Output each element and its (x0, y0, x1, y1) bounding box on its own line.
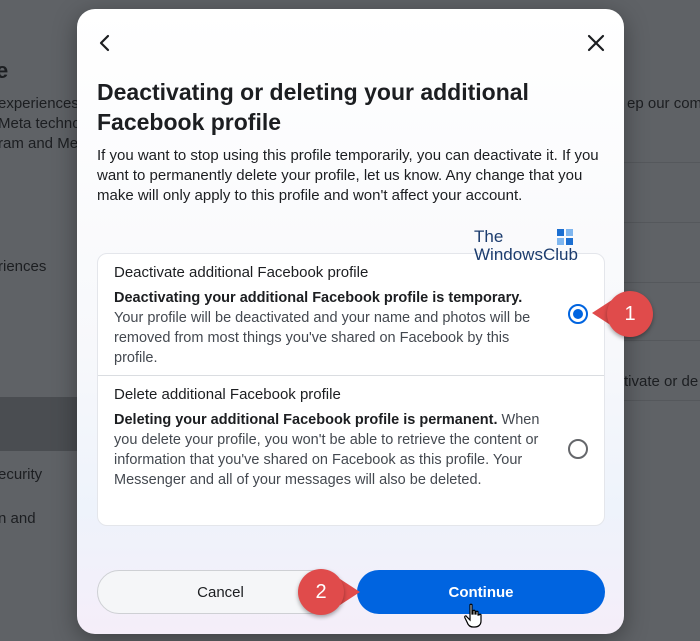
deactivate-radio[interactable] (568, 304, 588, 324)
close-button[interactable] (582, 29, 610, 57)
bg-right-text: tivate or de (624, 373, 699, 390)
annotation-marker-1: 1 (607, 291, 653, 337)
bg-nav-item: ecurity (0, 466, 43, 483)
annotation-marker-2: 2 (298, 569, 344, 615)
bg-right-text: ep our com (627, 95, 700, 112)
watermark: The WindowsClub (474, 228, 578, 264)
profile-options-list: Deactivate additional Facebook profile D… (97, 253, 605, 526)
divider (624, 340, 700, 341)
bg-line-2: Meta techno (0, 115, 81, 132)
option-label: Delete additional Facebook profile (114, 386, 341, 403)
dialog-title: Deactivating or deleting your additional… (97, 79, 529, 135)
back-button[interactable] (91, 29, 119, 57)
option-description: Deactivating your additional Facebook pr… (114, 288, 544, 368)
chevron-left-icon (99, 34, 110, 52)
watermark-line-2: WindowsClub (474, 245, 578, 264)
divider (624, 222, 700, 223)
divider (624, 282, 700, 283)
dialog-description: If you want to stop using this profile t… (97, 147, 599, 204)
deactivate-delete-dialog: Deactivating or deleting your additional… (77, 9, 624, 634)
delete-radio[interactable] (568, 439, 588, 459)
close-icon (587, 34, 605, 52)
option-label: Deactivate additional Facebook profile (114, 264, 369, 281)
option-description: Deleting your additional Facebook profil… (114, 410, 544, 490)
bg-selected-nav (0, 397, 80, 451)
option-delete[interactable]: Delete additional Facebook profile Delet… (98, 376, 604, 526)
windows-logo-icon (557, 229, 573, 245)
hand-cursor-icon (464, 603, 482, 628)
option-deactivate[interactable]: Deactivate additional Facebook profile D… (98, 254, 604, 376)
bg-title-fragment: e (0, 58, 9, 83)
bg-line-1: experiences (0, 95, 79, 112)
option-emphasis: Deactivating your additional Facebook pr… (114, 290, 523, 306)
bg-nav-item: n and (0, 510, 36, 527)
bg-nav-item: riences (0, 258, 47, 275)
divider (624, 162, 700, 163)
option-detail: Your profile will be deactivated and you… (114, 310, 531, 366)
divider (624, 400, 700, 401)
option-emphasis: Deleting your additional Facebook profil… (114, 412, 498, 428)
bg-line-3: ram and Me (0, 135, 79, 152)
